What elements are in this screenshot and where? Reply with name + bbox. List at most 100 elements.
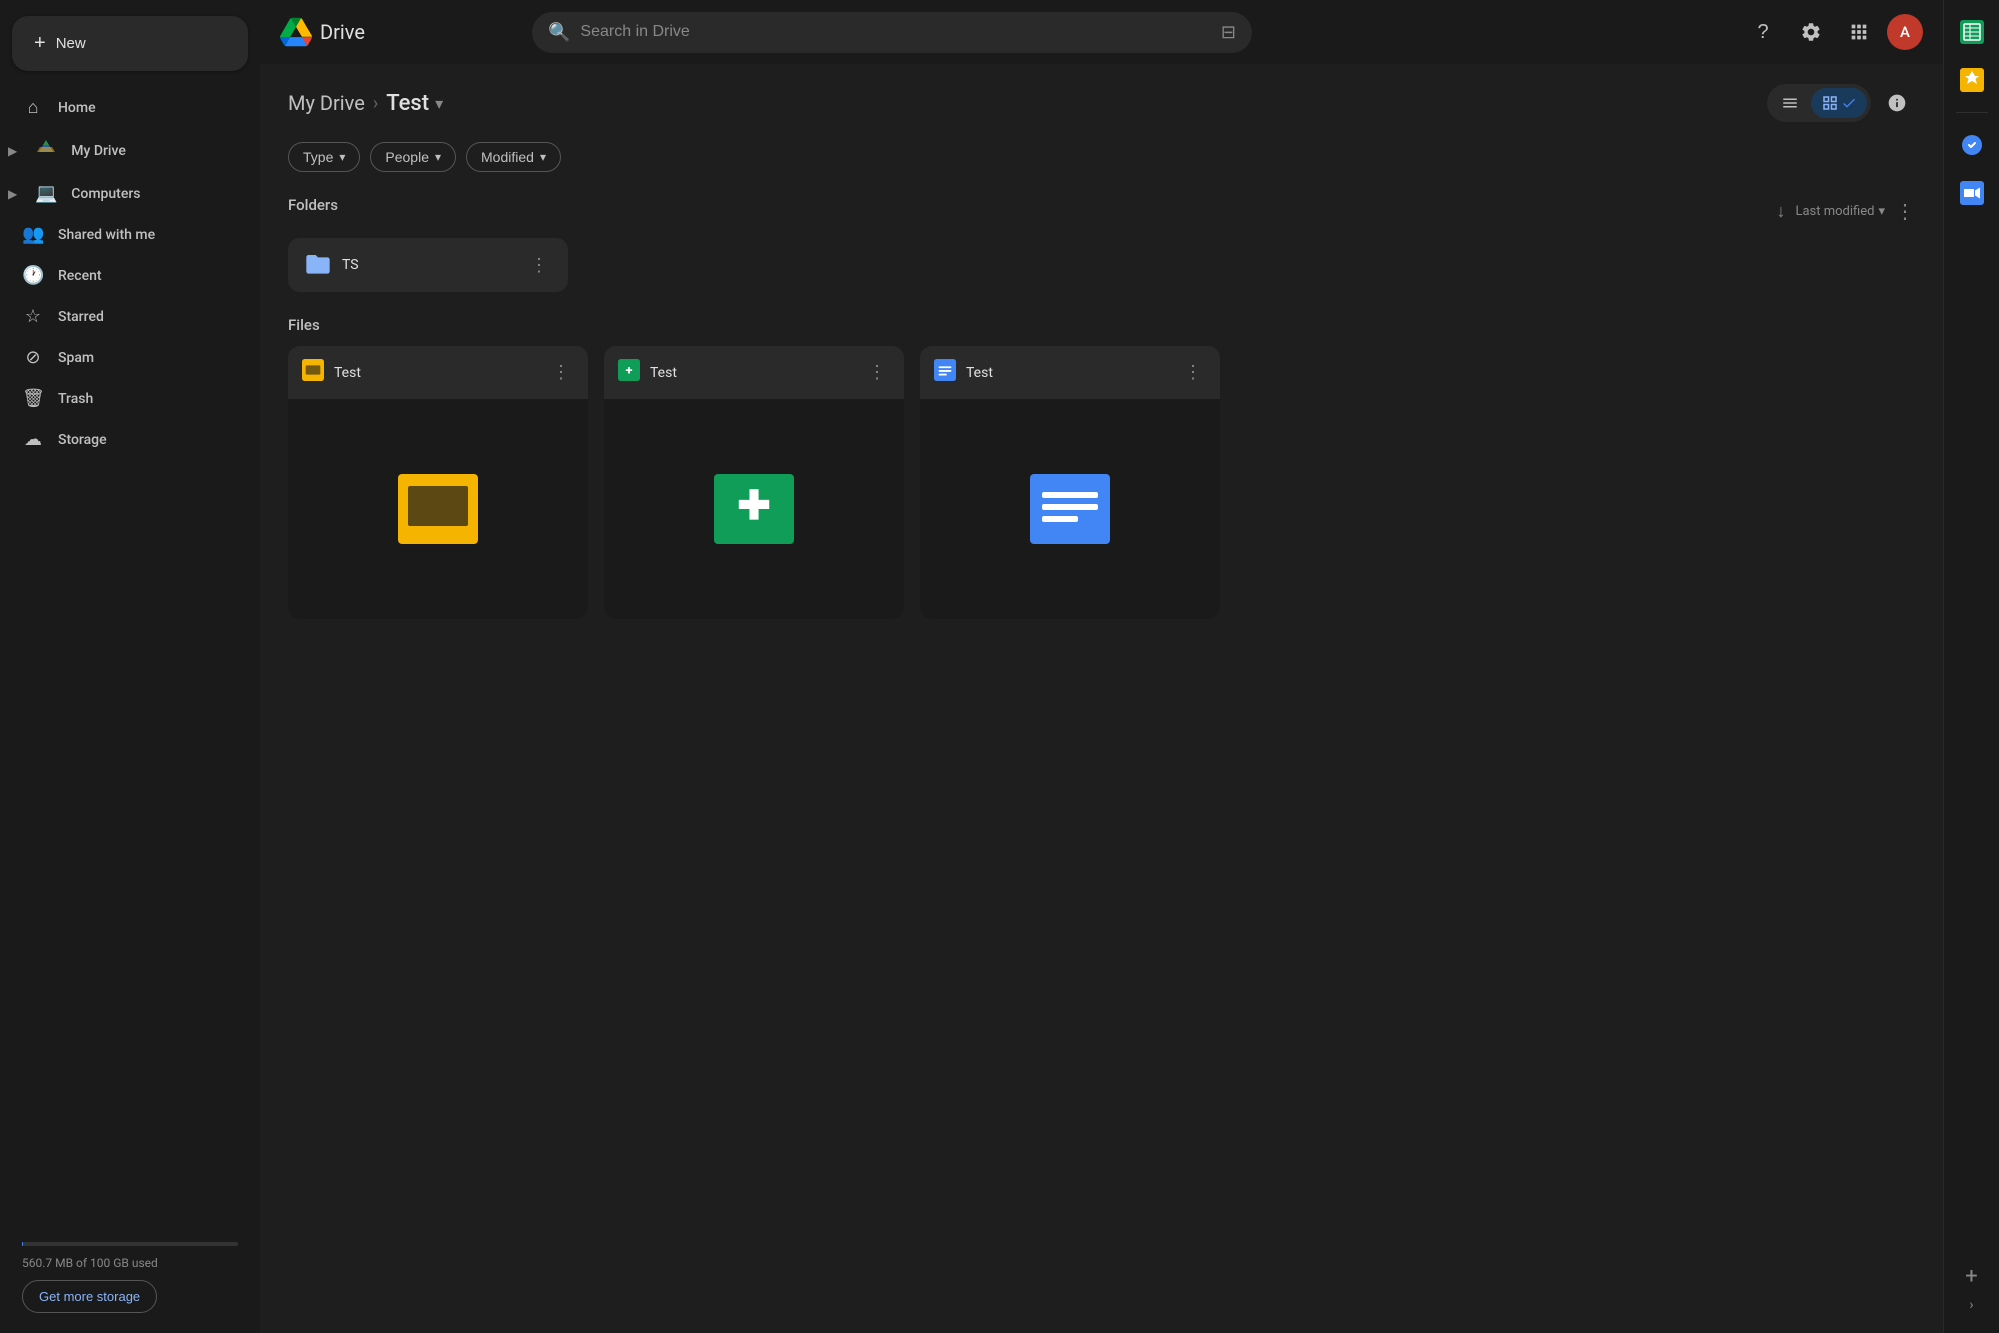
- sidebar-item-computers[interactable]: ▶ 💻 Computers: [0, 173, 248, 214]
- file-card-forms[interactable]: + Test ⋮ ✚: [604, 346, 904, 619]
- file-card-body-slides: [288, 399, 588, 619]
- main-content: My Drive › Test ▾: [260, 64, 1943, 1333]
- forms-icon: +: [618, 359, 640, 386]
- file-name-docs: Test: [966, 365, 1170, 381]
- file-more-forms[interactable]: ⋮: [864, 358, 890, 387]
- filter-type[interactable]: Type ▾: [288, 142, 360, 172]
- add-panel-icon[interactable]: +: [1965, 1264, 1977, 1289]
- storage-text: 560.7 MB of 100 GB used: [22, 1256, 238, 1270]
- filter-icon[interactable]: ⊟: [1221, 22, 1236, 43]
- filter-modified[interactable]: Modified ▾: [466, 142, 561, 172]
- folder-name-ts: TS: [342, 257, 516, 273]
- list-view-button[interactable]: [1771, 88, 1809, 118]
- sidebar-item-starred[interactable]: ☆ Starred: [0, 296, 248, 337]
- file-more-slides[interactable]: ⋮: [548, 358, 574, 387]
- breadcrumb-parent[interactable]: My Drive: [288, 91, 365, 115]
- avatar[interactable]: A: [1887, 14, 1923, 50]
- filter-people[interactable]: People ▾: [370, 142, 456, 172]
- file-card-header-forms: + Test ⋮: [604, 346, 904, 399]
- svg-text:+: +: [626, 364, 633, 379]
- folder-item-ts[interactable]: TS ⋮: [288, 238, 568, 292]
- breadcrumb-chevron-icon: ▾: [435, 94, 443, 113]
- sidebar: + New ⌂ Home ▶ My Drive ▶ 💻 Computers 👥 …: [0, 0, 260, 1333]
- panel-collapse-icon[interactable]: ›: [1969, 1297, 1973, 1313]
- recent-icon: 🕐: [22, 265, 44, 286]
- help-button[interactable]: ?: [1743, 12, 1783, 52]
- sidebar-item-trash[interactable]: 🗑 Trash: [0, 378, 248, 419]
- plus-icon: +: [34, 32, 46, 55]
- computers-icon: 💻: [35, 183, 57, 204]
- file-name-slides: Test: [334, 365, 538, 381]
- filter-modified-chevron: ▾: [540, 150, 546, 164]
- spam-icon: ⊘: [22, 347, 44, 368]
- computers-arrow: ▶: [8, 187, 17, 201]
- tasks-panel-icon[interactable]: [1952, 125, 1992, 165]
- sort-direction-icon[interactable]: ↓: [1776, 201, 1785, 222]
- folder-more-button[interactable]: ⋮: [526, 251, 552, 280]
- trash-icon: 🗑: [22, 388, 44, 409]
- apps-button[interactable]: [1839, 12, 1879, 52]
- breadcrumb-separator: ›: [373, 93, 378, 114]
- topbar-actions: ? A: [1743, 12, 1923, 52]
- svg-text:✚: ✚: [737, 482, 771, 529]
- folder-grid: TS ⋮: [288, 238, 1915, 292]
- right-panel-divider: [1956, 112, 1988, 113]
- search-bar: 🔍 ⊟: [532, 12, 1252, 53]
- sidebar-label-trash: Trash: [58, 391, 93, 407]
- new-button-label: New: [56, 35, 86, 52]
- folders-heading: Folders: [288, 196, 338, 214]
- sidebar-label-shared: Shared with me: [58, 227, 155, 243]
- get-more-storage-button[interactable]: Get more storage: [22, 1280, 157, 1313]
- breadcrumb: My Drive › Test ▾: [288, 84, 1915, 122]
- filter-bar: Type ▾ People ▾ Modified ▾: [288, 142, 1915, 172]
- sort-chevron-icon: ▾: [1878, 204, 1885, 219]
- file-card-slides[interactable]: Test ⋮: [288, 346, 588, 619]
- keep-panel-icon[interactable]: [1952, 60, 1992, 100]
- sidebar-label-spam: Spam: [58, 350, 94, 366]
- slides-icon: [302, 359, 324, 386]
- breadcrumb-current-label: Test: [386, 91, 429, 116]
- search-icon: 🔍: [548, 22, 570, 43]
- sort-more-icon[interactable]: ⋮: [1895, 199, 1915, 223]
- my-drive-arrow: ▶: [8, 144, 17, 158]
- search-input[interactable]: [580, 23, 1210, 41]
- shared-icon: 👥: [22, 224, 44, 245]
- sidebar-label-my-drive: My Drive: [71, 143, 126, 159]
- meet-panel-icon[interactable]: [1952, 173, 1992, 213]
- filter-people-label: People: [385, 149, 429, 165]
- view-toggle: [1767, 84, 1871, 122]
- starred-icon: ☆: [22, 306, 44, 327]
- info-button[interactable]: [1879, 85, 1915, 121]
- filter-type-label: Type: [303, 149, 333, 165]
- new-button[interactable]: + New: [12, 16, 248, 71]
- sidebar-label-computers: Computers: [71, 186, 140, 202]
- sidebar-item-shared[interactable]: 👥 Shared with me: [0, 214, 248, 255]
- sidebar-item-storage[interactable]: ☁ Storage: [0, 419, 248, 460]
- drive-logo[interactable]: Drive: [280, 16, 520, 48]
- sidebar-item-recent[interactable]: 🕐 Recent: [0, 255, 248, 296]
- sort-label[interactable]: Last modified ▾: [1795, 204, 1885, 219]
- files-grid: Test ⋮ +: [288, 346, 1915, 619]
- storage-icon: ☁: [22, 429, 44, 450]
- sidebar-label-starred: Starred: [58, 309, 104, 325]
- storage-bar-fill: [22, 1242, 23, 1246]
- file-card-header-docs: Test ⋮: [920, 346, 1220, 399]
- breadcrumb-current[interactable]: Test ▾: [386, 91, 443, 116]
- settings-button[interactable]: [1791, 12, 1831, 52]
- home-icon: ⌂: [22, 97, 44, 118]
- app-name: Drive: [320, 20, 365, 44]
- sheets-panel-icon[interactable]: [1952, 12, 1992, 52]
- sidebar-item-home[interactable]: ⌂ Home: [0, 87, 248, 128]
- sidebar-item-spam[interactable]: ⊘ Spam: [0, 337, 248, 378]
- file-more-docs[interactable]: ⋮: [1180, 358, 1206, 387]
- my-drive-icon: [35, 138, 57, 163]
- sidebar-label-storage: Storage: [58, 432, 107, 448]
- grid-view-button[interactable]: [1811, 88, 1867, 118]
- filter-people-chevron: ▾: [435, 150, 441, 164]
- file-card-docs[interactable]: Test ⋮: [920, 346, 1220, 619]
- docs-icon: [934, 359, 956, 386]
- storage-section: 560.7 MB of 100 GB used Get more storage: [0, 1230, 260, 1325]
- file-card-body-forms: ✚: [604, 399, 904, 619]
- sidebar-item-my-drive[interactable]: ▶ My Drive: [0, 128, 248, 173]
- breadcrumb-toolbar: [1767, 84, 1915, 122]
